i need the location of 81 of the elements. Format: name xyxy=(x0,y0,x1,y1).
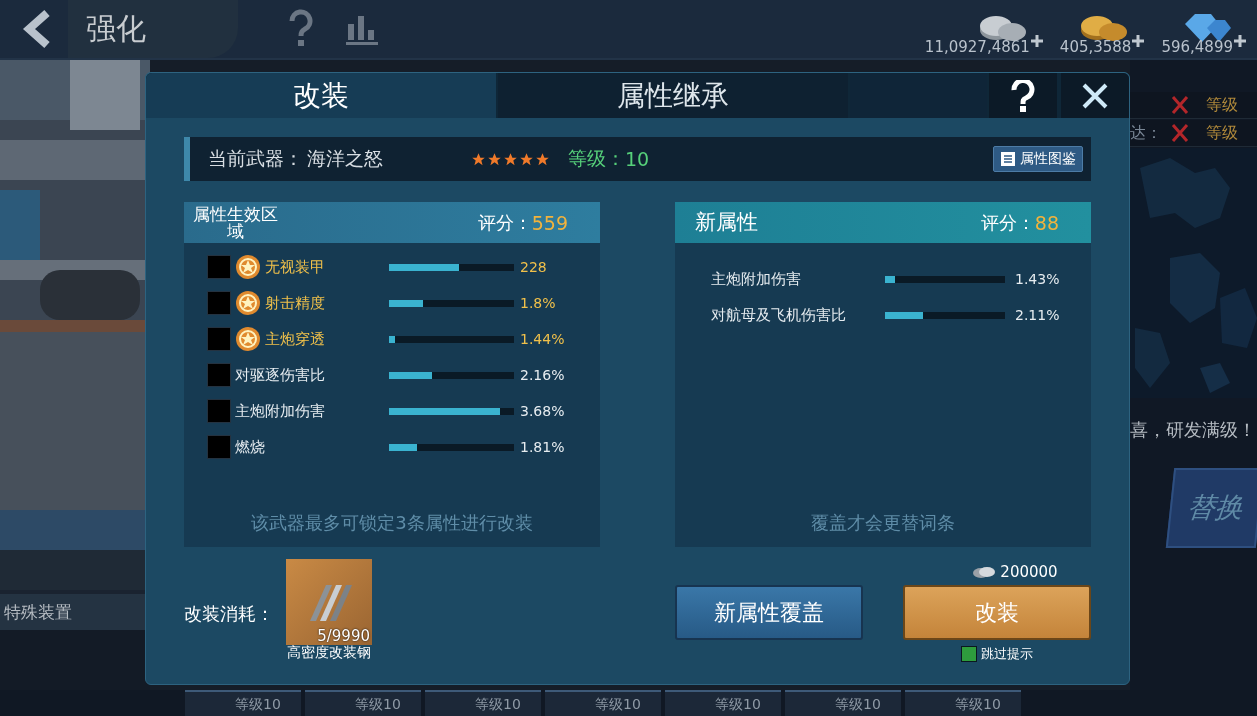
list-icon xyxy=(1000,151,1016,167)
attribute-name: 主炮附加伤害 xyxy=(711,269,802,289)
cross-icon xyxy=(1170,123,1190,143)
add-button[interactable] xyxy=(1029,34,1044,48)
star-icon xyxy=(471,151,486,167)
score-value: 88 xyxy=(1034,211,1059,234)
close-button[interactable] xyxy=(1061,73,1129,118)
star-icon xyxy=(535,151,550,167)
tab[interactable]: 改装 xyxy=(146,73,496,118)
lock-checkbox[interactable] xyxy=(207,399,231,423)
codex-button[interactable]: 属性图鉴 xyxy=(993,146,1083,172)
price: 200000 xyxy=(1000,563,1058,581)
lock-checkbox[interactable] xyxy=(207,291,231,315)
grade-label: 等级 xyxy=(1206,122,1238,144)
equipment-card[interactable]: 等级10 xyxy=(185,690,301,716)
attribute-value: 1.43% xyxy=(1015,271,1060,287)
weapon-name: 海洋之怒 xyxy=(307,146,383,171)
side-label: 达： xyxy=(1130,122,1163,144)
page-title: 强化 xyxy=(86,9,146,48)
lock-checkbox[interactable] xyxy=(207,435,231,459)
star-icon xyxy=(519,151,534,167)
weapon-label: 当前武器： xyxy=(208,146,303,171)
attribute-value: 1.8% xyxy=(520,295,556,311)
emblem-icon xyxy=(235,254,261,280)
skip-checkbox[interactable] xyxy=(961,646,977,662)
grade-label: 等级 xyxy=(1206,94,1238,116)
equipment-card[interactable]: 等级10 xyxy=(785,690,901,716)
close-icon xyxy=(1081,81,1109,110)
equipment-card[interactable]: 等级10 xyxy=(545,690,661,716)
emblem-icon xyxy=(235,290,261,316)
coin-stack-icon xyxy=(972,565,997,579)
item-tile[interactable]: 5/9990 xyxy=(286,559,372,645)
attribute-value: 2.16% xyxy=(520,367,565,383)
attribute-value: 1.44% xyxy=(520,331,565,347)
attribute-name: 主炮穿透 xyxy=(265,329,325,349)
lock-checkbox[interactable] xyxy=(207,363,231,387)
lock-checkbox[interactable] xyxy=(207,327,231,351)
grade-label: 等级： xyxy=(568,146,625,171)
lock-checkbox[interactable] xyxy=(207,255,231,279)
overwrite-button[interactable]: 新属性覆盖 xyxy=(675,585,863,640)
attribute-name: 主炮附加伤害 xyxy=(235,401,325,421)
equipment-card[interactable]: 等级10 xyxy=(905,690,1021,716)
panel-title: 属性生效区域 xyxy=(191,205,279,240)
item-name: 高密度改装钢 xyxy=(287,645,371,661)
item-count: 5/9990 xyxy=(317,627,370,645)
help-icon xyxy=(1010,79,1036,112)
attribute-value: 1.81% xyxy=(520,439,565,455)
score-label: 评分： xyxy=(980,210,1035,235)
panel-note: 该武器最多可锁定3条属性进行改装 xyxy=(250,511,534,535)
replace-button[interactable]: 替换 xyxy=(1165,468,1257,548)
score-label: 评分： xyxy=(477,210,532,235)
panel-title: 新属性 xyxy=(694,212,758,233)
section-label: 特殊装置 xyxy=(4,600,72,624)
attribute-name: 对航母及飞机伤害比 xyxy=(711,305,847,325)
tab[interactable]: 属性继承 xyxy=(498,73,848,118)
currency-amount: 11,0927,4861 xyxy=(924,38,1030,56)
currency-amount: 596,4899 xyxy=(1161,38,1233,56)
equipment-card[interactable]: 等级10 xyxy=(425,690,541,716)
emblem-icon xyxy=(235,326,261,352)
currency-amount: 405,3588 xyxy=(1059,38,1132,56)
attribute-value: 2.11% xyxy=(1015,307,1060,323)
attribute-name: 射击精度 xyxy=(265,293,325,313)
cost-label: 改装消耗： xyxy=(184,602,274,626)
attribute-name: 对驱逐伤害比 xyxy=(235,365,325,385)
attribute-value: 228 xyxy=(520,259,547,275)
score-value: 559 xyxy=(531,211,568,234)
equipment-card[interactable]: 等级10 xyxy=(665,690,781,716)
star-icon xyxy=(503,151,518,167)
add-button[interactable] xyxy=(1233,34,1247,48)
attribute-name: 无视装甲 xyxy=(265,257,325,277)
grade-value: 10 xyxy=(625,148,650,170)
cross-icon xyxy=(1170,95,1190,115)
skip-label: 跳过提示 xyxy=(981,645,1033,663)
equipment-card[interactable]: 等级10 xyxy=(305,690,421,716)
add-button[interactable] xyxy=(1131,34,1146,48)
help-button[interactable] xyxy=(989,73,1057,118)
star-icon xyxy=(487,151,502,167)
panel-note: 覆盖才会更替词条 xyxy=(810,511,956,535)
attribute-value: 3.68% xyxy=(520,403,565,419)
attribute-name: 燃烧 xyxy=(235,437,265,457)
status-message: 喜，研发满级！ xyxy=(1130,418,1257,442)
